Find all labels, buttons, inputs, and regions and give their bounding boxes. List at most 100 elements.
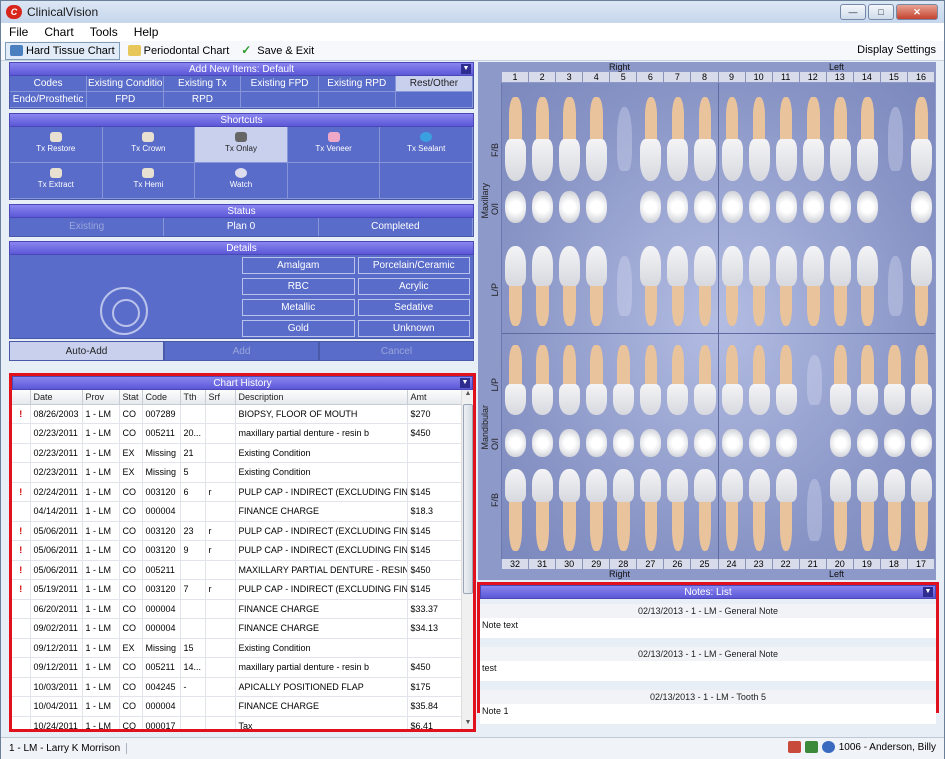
tx-crown-button[interactable]: Tx Crown [102,127,196,163]
tooth-crown[interactable] [586,139,608,181]
tooth-number[interactable]: 26 [664,559,692,569]
tooth-occlusal[interactable] [667,429,689,457]
tooth-root[interactable] [861,345,874,388]
tooth-crown[interactable] [532,469,554,502]
table-row[interactable]: 10/04/2011 1 - LM CO 000004 FINANCE CHARGE $3… [12,696,461,717]
tx-onlay-button[interactable]: Tx Onlay [195,127,288,163]
tx-sealant-button[interactable]: Tx Sealant [380,127,473,163]
column-header[interactable]: Description [235,390,408,405]
tooth-occlusal[interactable] [775,191,797,223]
tooth-number[interactable]: 9 [719,72,746,82]
tooth-root[interactable] [509,97,522,143]
tooth-crown[interactable] [748,139,770,181]
tooth-number[interactable]: 23 [746,559,773,569]
tab-endo-prosthetic[interactable]: Endo/Prosthetic [10,92,88,108]
tooth-crown[interactable] [694,246,716,286]
minimize-button[interactable]: — [840,4,866,20]
tooth-root[interactable] [563,282,576,326]
tab-existing-condition[interactable]: Existing Conditio [87,76,165,92]
tooth-number[interactable]: 8 [691,72,719,82]
table-row[interactable]: ! 05/06/2011 1 - LM CO 003120 23 r PULP CAP - I… [12,521,461,541]
tab-rpd[interactable]: RPD [164,92,242,108]
tooth-number[interactable]: 31 [529,559,557,569]
missing-tooth[interactable] [887,107,903,171]
tooth-crown[interactable] [667,246,689,286]
tooth-crown[interactable] [505,139,527,181]
table-row[interactable]: 09/12/2011 1 - LM EX Missing 15 Existing Cond… [12,638,461,658]
tooth-number[interactable]: 29 [583,559,611,569]
tooth-crown[interactable] [586,383,608,415]
tooth-number[interactable]: 14 [854,72,881,82]
column-header[interactable]: Date [30,390,83,405]
tooth-crown[interactable] [532,246,554,286]
table-row[interactable]: 09/02/2011 1 - LM CO 000004 FINANCE CHARGE $3… [12,618,461,639]
tooth-number[interactable]: 2 [529,72,557,82]
menu-file[interactable]: File [1,25,36,39]
tooth-crown[interactable] [694,383,716,415]
tooth-number[interactable]: 15 [881,72,908,82]
tooth-occlusal[interactable] [829,429,851,457]
tx-extract-button[interactable]: Tx Extract [10,163,103,199]
tooth-root[interactable] [833,497,847,551]
tooth-occlusal[interactable] [775,429,797,457]
tooth-occlusal[interactable] [910,429,932,457]
dropdown-arrow-icon[interactable]: ▼ [460,378,470,388]
tooth-crown[interactable] [910,139,932,181]
missing-tooth[interactable] [617,256,633,316]
table-row[interactable]: 06/20/2011 1 - LM CO 000004 FINANCE CHARGE $3… [12,599,461,619]
column-header[interactable]: Prov [82,390,120,405]
table-row[interactable]: ! 05/19/2011 1 - LM CO 003120 7 r PULP CAP - IN… [12,579,461,600]
tooth-root[interactable] [833,282,847,326]
tooth-root[interactable] [861,497,874,551]
tooth-number[interactable]: 1 [502,72,530,82]
tooth-number[interactable]: 10 [746,72,773,82]
tooth-crown[interactable] [694,139,716,181]
tooth-occlusal[interactable] [559,429,581,457]
column-header[interactable]: Tth [180,390,206,405]
tooth-crown[interactable] [559,469,581,502]
scrollbar-thumb[interactable] [463,404,473,594]
tooth-root[interactable] [915,97,928,143]
tooth-root[interactable] [752,282,766,326]
tooth-crown[interactable] [532,383,554,415]
tooth-number[interactable]: 4 [583,72,611,82]
tooth-root[interactable] [752,497,766,551]
cancel-button[interactable]: Cancel [319,341,474,361]
tooth-number[interactable]: 27 [637,559,665,569]
dropdown-arrow-icon[interactable]: ▼ [461,64,471,74]
tooth-number[interactable]: 5 [610,72,638,82]
dropdown-arrow-icon[interactable]: ▼ [923,587,933,597]
tooth-root[interactable] [698,345,712,388]
tooth-number[interactable]: 21 [800,559,827,569]
tooth-occlusal[interactable] [748,429,770,457]
missing-tooth[interactable] [887,256,903,316]
watch-button[interactable]: Watch [195,163,288,199]
tooth-root[interactable] [536,282,549,326]
table-row[interactable]: ! 05/06/2011 1 - LM CO 005211 MAXILLARY PARTI… [12,560,461,580]
tooth-number[interactable]: 11 [773,72,800,82]
close-button[interactable]: ✕ [896,4,938,20]
tooth-number[interactable]: 12 [800,72,827,82]
tooth-root[interactable] [779,97,793,143]
calendar-icon[interactable] [787,741,801,753]
tooth-crown[interactable] [694,469,716,502]
tooth-crown[interactable] [640,246,662,286]
tooth-root[interactable] [671,282,685,326]
tooth-root[interactable] [806,97,820,143]
tooth-root[interactable] [590,97,604,143]
tooth-crown[interactable] [748,469,770,502]
menu-tools[interactable]: Tools [82,25,126,39]
tooth-crown[interactable] [559,139,581,181]
tooth-occlusal[interactable] [586,191,608,223]
tooth-root[interactable] [536,497,549,551]
tooth-crown[interactable] [667,383,689,415]
note-item[interactable]: 02/13/2013 - 1 - LM - General Note Note … [480,604,936,638]
material-sedative[interactable]: Sedative [357,299,470,316]
table-row[interactable]: 02/23/2011 1 - LM CO 005211 20... maxillary p… [12,423,461,444]
tooth-root[interactable] [563,497,576,551]
tooth-crown[interactable] [856,139,878,181]
tooth-crown[interactable] [586,246,608,286]
tooth-number[interactable]: 13 [827,72,854,82]
tooth-crown[interactable] [667,469,689,502]
tooth-crown[interactable] [613,469,635,502]
